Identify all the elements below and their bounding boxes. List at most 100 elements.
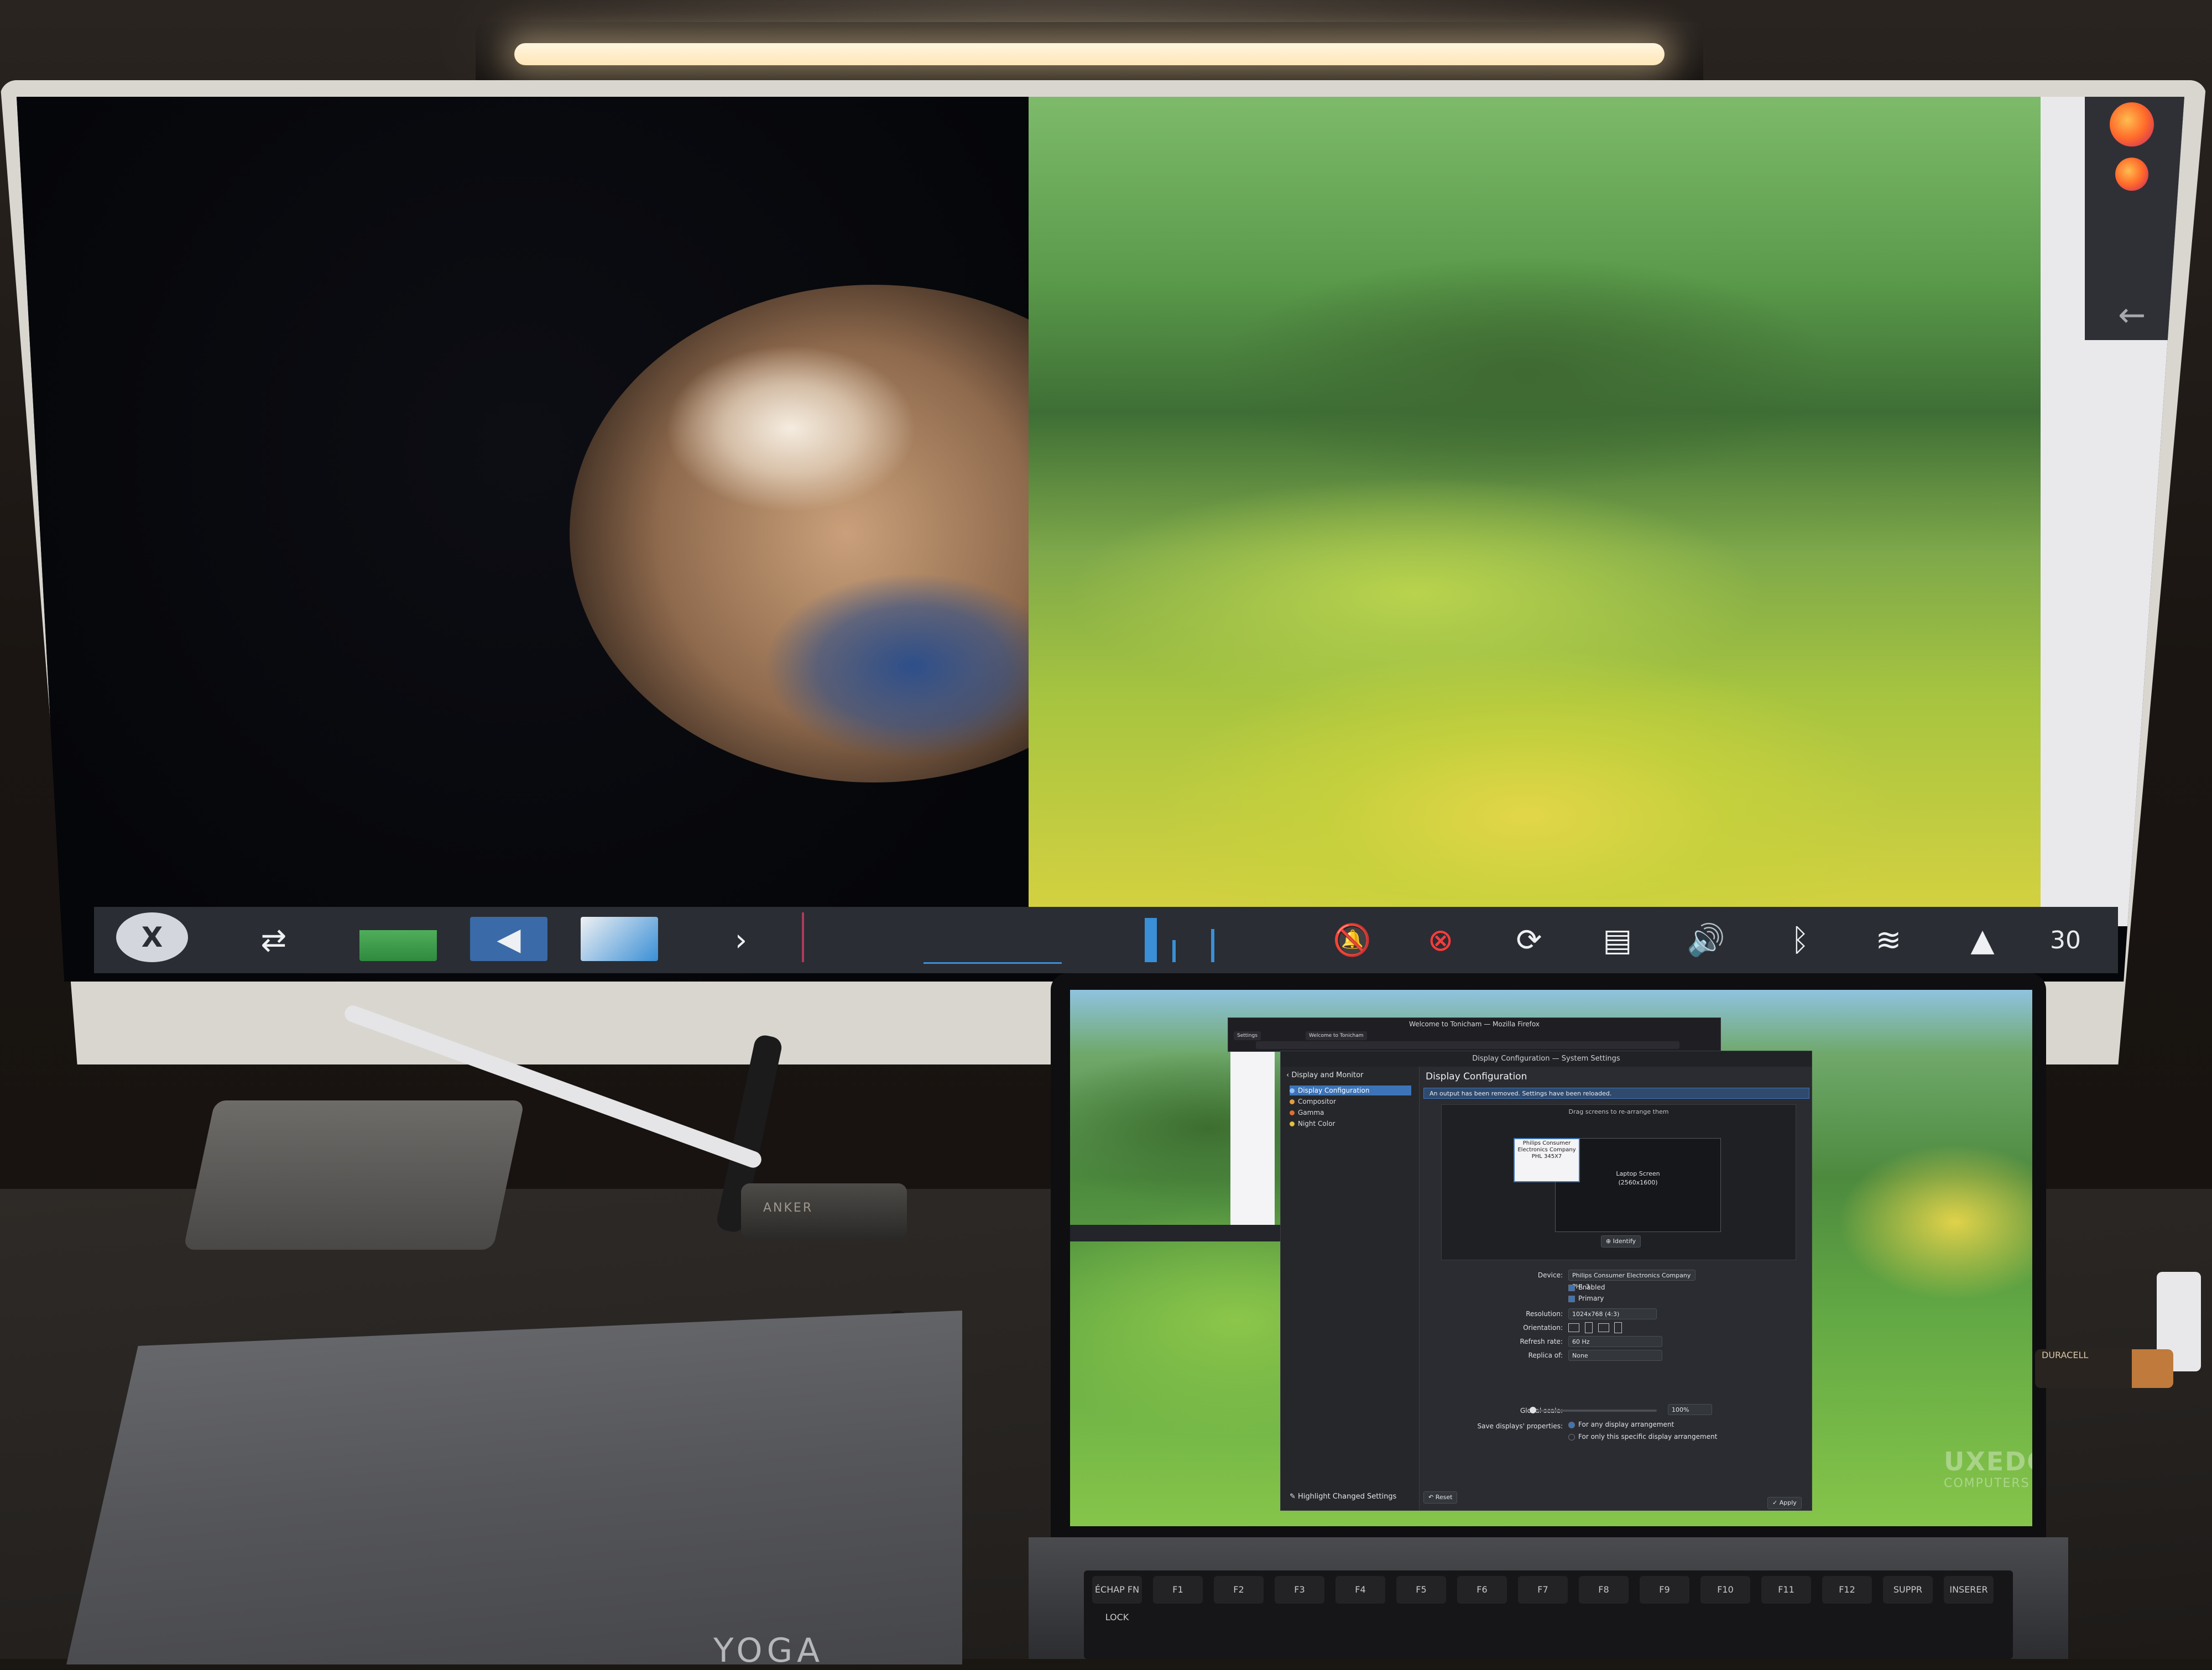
- sidebar-item-display-configuration[interactable]: Display Configuration: [1290, 1086, 1411, 1095]
- laptop-screen-tile[interactable]: Laptop Screen (2560x1600): [1555, 1138, 1721, 1232]
- scale-slider[interactable]: [1530, 1407, 1657, 1413]
- keyboard-key: F3: [1275, 1576, 1324, 1604]
- enabled-label: Enabled: [1578, 1283, 1605, 1291]
- wifi-icon[interactable]: ≋: [1858, 910, 1919, 970]
- sidebar-item-gamma[interactable]: Gamma: [1290, 1108, 1411, 1118]
- activity-marker: [802, 912, 804, 962]
- laptop-wallpaper-brand-sub: COMPUTERS: [1944, 1476, 2030, 1490]
- info-banner: An output has been removed. Settings hav…: [1423, 1088, 1809, 1099]
- cpu-graph-bar: [1172, 940, 1176, 962]
- back-label: Display and Monitor: [1291, 1071, 1364, 1079]
- keyboard-key: INSERER: [1944, 1576, 1994, 1604]
- radio-icon: [1568, 1433, 1575, 1441]
- light-bar-glow: [514, 43, 1665, 65]
- tab-settings[interactable]: Settings: [1234, 1031, 1261, 1040]
- app-tray-icon[interactable]: ⊗: [1410, 910, 1471, 970]
- keyboard-key: ÉCHAP FN LOCK: [1092, 1576, 1142, 1622]
- settings-sidebar: ‹ Display and Monitor Display Configurat…: [1281, 1067, 1420, 1510]
- refresh-row: Refresh rate: 60 Hz: [1447, 1336, 1778, 1348]
- save-option-label: For any display arrangement: [1578, 1421, 1674, 1428]
- save-label: Save displays' properties:: [1477, 1422, 1563, 1430]
- settings-toggle-icon[interactable]: ⇄: [232, 910, 315, 970]
- resolution-row: Resolution: 1024x768 (4:3): [1447, 1308, 1778, 1321]
- primary-checkbox[interactable]: Primary: [1568, 1295, 1604, 1302]
- keyboard-key: F12: [1822, 1576, 1872, 1604]
- firefox-title: Welcome to Tonicham — Mozilla Firefox: [1409, 1020, 1540, 1028]
- display-arrangement-area[interactable]: Drag screens to re-arrange them Laptop S…: [1441, 1104, 1796, 1260]
- sidebar-item-label: Display Configuration: [1298, 1087, 1370, 1094]
- taskbar-clock[interactable]: 30: [2041, 910, 2090, 970]
- laptop-wallpaper-brand: UXEDO: [1944, 1447, 2032, 1476]
- ultrawide-monitor-screen: ←: [17, 97, 2184, 982]
- radio-icon: [1568, 1421, 1575, 1428]
- settings-titlebar: Display Configuration — System Settings: [1281, 1051, 1812, 1067]
- apply-label: Apply: [1779, 1499, 1797, 1506]
- x-launcher-icon[interactable]: X: [116, 912, 188, 962]
- monitor-taskbar: X ⇄ ◀ › 🔕 ⊗ ⟳ ▤ 🔊 ᛒ ≋ ▲ 30: [94, 907, 2118, 973]
- slider-handle[interactable]: [1530, 1407, 1536, 1413]
- replica-label: Replica of:: [1528, 1351, 1563, 1359]
- primary-label: Primary: [1578, 1295, 1604, 1302]
- reset-button[interactable]: ↶ Reset: [1423, 1491, 1458, 1504]
- window-thumbnail[interactable]: ◀: [470, 917, 547, 961]
- save-option-any[interactable]: For any display arrangement: [1568, 1421, 1674, 1428]
- keyboard-key: F2: [1214, 1576, 1264, 1604]
- device-label: Device:: [1537, 1271, 1563, 1279]
- save-row-2: For only this specific display arrangeme…: [1447, 1433, 1778, 1445]
- replica-row: Replica of: None: [1447, 1350, 1778, 1362]
- tab-welcome[interactable]: Welcome to Tonicham: [1306, 1031, 1367, 1040]
- device-select[interactable]: Philips Consumer Electronics Company PHL…: [1568, 1270, 1695, 1290]
- save-option-specific[interactable]: For only this specific display arrangeme…: [1568, 1433, 1717, 1441]
- highlight-label: Highlight Changed Settings: [1298, 1492, 1397, 1501]
- refresh-label: Refresh rate:: [1520, 1338, 1563, 1345]
- sidebar-item-label: Compositor: [1298, 1098, 1336, 1105]
- keyboard-key: SUPPR: [1883, 1576, 1933, 1604]
- refresh-select[interactable]: 60 Hz: [1568, 1336, 1662, 1347]
- sidebar-item-compositor[interactable]: Compositor: [1290, 1097, 1411, 1107]
- expand-tray-icon[interactable]: ▲: [1952, 910, 2013, 970]
- external-monitor-tile[interactable]: Philips Consumer Electronics Company PHL…: [1514, 1138, 1580, 1182]
- notifications-muted-icon[interactable]: 🔕: [1322, 910, 1383, 970]
- portrait-icon[interactable]: [1584, 1322, 1593, 1333]
- portrait-flipped-icon[interactable]: [1614, 1322, 1623, 1333]
- firefox-window: Welcome to Tonicham — Mozilla Firefox Se…: [1228, 1017, 1721, 1052]
- chevron-right-icon[interactable]: ›: [719, 910, 763, 970]
- landscape-flipped-icon[interactable]: [1598, 1323, 1609, 1332]
- replica-select[interactable]: None: [1568, 1350, 1662, 1361]
- clipboard-icon[interactable]: ▤: [1587, 910, 1648, 970]
- sidebar-item-night-color[interactable]: Night Color: [1290, 1119, 1411, 1129]
- cpu-graph-bar: [1145, 918, 1157, 962]
- primary-row: Primary: [1447, 1295, 1778, 1307]
- enabled-checkbox[interactable]: Enabled: [1568, 1283, 1605, 1291]
- save-row: Save displays' properties: For any displ…: [1447, 1421, 1778, 1433]
- window-thumbnail[interactable]: [581, 917, 658, 961]
- identify-label: Identify: [1613, 1238, 1636, 1245]
- back-button[interactable]: ‹ Display and Monitor: [1286, 1071, 1363, 1079]
- update-icon[interactable]: ⟳: [1499, 910, 1559, 970]
- volume-icon[interactable]: 🔊: [1676, 910, 1736, 970]
- orientation-row: Orientation:: [1447, 1322, 1778, 1334]
- orientation-label: Orientation:: [1523, 1324, 1563, 1332]
- firefox-icon[interactable]: [2115, 158, 2148, 191]
- keyboard-key: F10: [1700, 1576, 1750, 1604]
- sidebar-item-label: Night Color: [1298, 1120, 1335, 1128]
- scale-spinbox[interactable]: 100%: [1668, 1404, 1712, 1415]
- system-monitor-icon[interactable]: [359, 917, 437, 961]
- apply-button[interactable]: ✓ Apply: [1767, 1497, 1802, 1509]
- bluetooth-icon[interactable]: ᛒ: [1770, 910, 1830, 970]
- orientation-buttons[interactable]: [1568, 1322, 1625, 1333]
- back-arrow-icon[interactable]: ←: [2118, 299, 2146, 332]
- keyboard-key: F6: [1457, 1576, 1507, 1604]
- identify-button[interactable]: ⊕ Identify: [1601, 1235, 1641, 1248]
- activity-graph: [924, 962, 1062, 964]
- highlight-changed-settings-button[interactable]: ✎ Highlight Changed Settings: [1290, 1492, 1396, 1501]
- closed-laptop: [66, 1311, 962, 1664]
- firefox-icon[interactable]: [2110, 102, 2154, 147]
- url-bar[interactable]: [1256, 1041, 1679, 1049]
- keyboard-key: F9: [1640, 1576, 1689, 1604]
- laptop-screen: Welcome to Tonicham — Mozilla Firefox Se…: [1070, 990, 2032, 1526]
- closed-laptop-logo: YOGA: [713, 1631, 825, 1670]
- resolution-select[interactable]: 1024x768 (4:3): [1568, 1308, 1657, 1319]
- keyboard-key: F7: [1518, 1576, 1568, 1604]
- landscape-icon[interactable]: [1568, 1323, 1579, 1332]
